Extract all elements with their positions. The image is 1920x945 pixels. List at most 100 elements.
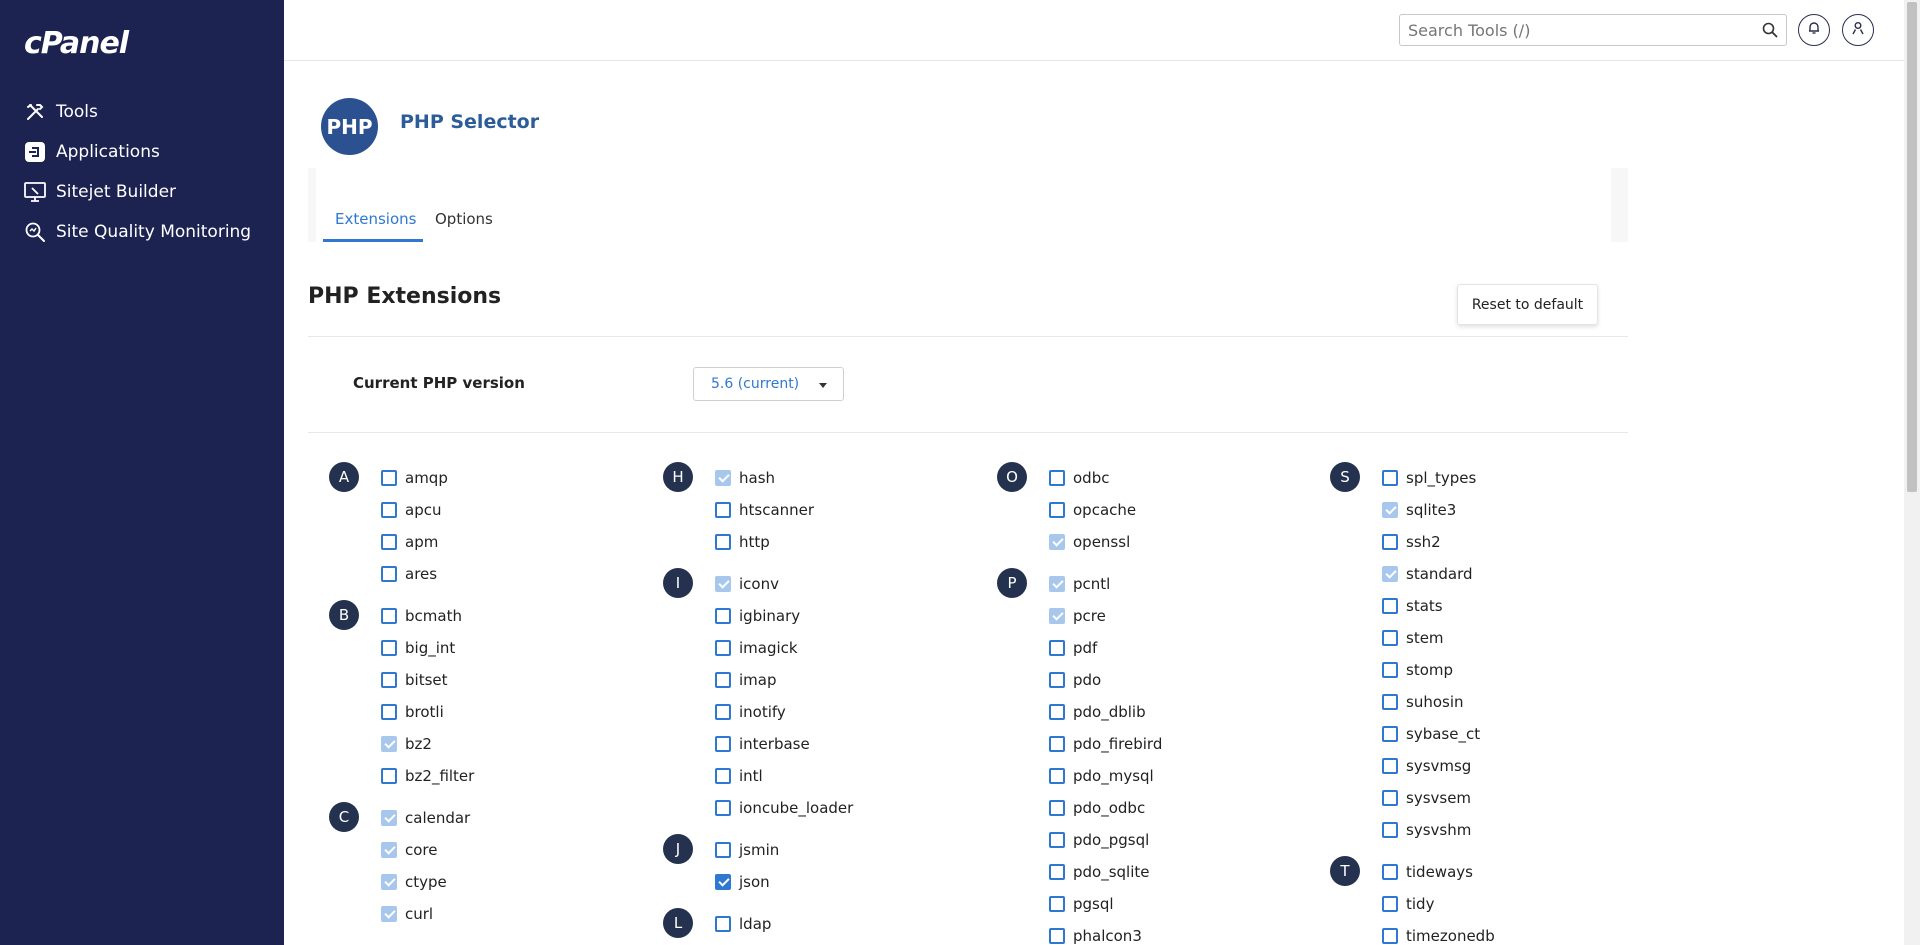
- extension-checkbox[interactable]: [715, 736, 731, 752]
- extension-item-apcu[interactable]: apcu: [381, 494, 659, 526]
- extension-item-amqp[interactable]: amqp: [381, 462, 659, 494]
- extension-item-suhosin[interactable]: suhosin: [1382, 686, 1660, 718]
- extension-checkbox[interactable]: [381, 470, 397, 486]
- extension-checkbox[interactable]: [715, 842, 731, 858]
- sidebar-item-applications[interactable]: Applications: [0, 132, 284, 172]
- extension-item-stomp[interactable]: stomp: [1382, 654, 1660, 686]
- extension-item-stats[interactable]: stats: [1382, 590, 1660, 622]
- tab-extensions[interactable]: Extensions: [335, 210, 416, 228]
- extension-item-pdo-mysql[interactable]: pdo_mysql: [1049, 760, 1327, 792]
- extension-item-imagick[interactable]: imagick: [715, 632, 993, 664]
- extension-item-iconv[interactable]: iconv: [715, 568, 993, 600]
- extension-checkbox[interactable]: [381, 502, 397, 518]
- extension-item-timezonedb[interactable]: timezonedb: [1382, 920, 1660, 945]
- sidebar-item-tools[interactable]: Tools: [0, 92, 284, 132]
- reset-to-default-button[interactable]: Reset to default: [1457, 284, 1598, 325]
- extension-checkbox[interactable]: [1382, 896, 1398, 912]
- notifications-button[interactable]: [1798, 14, 1830, 46]
- php-version-select[interactable]: 5.6 (current): [693, 367, 844, 401]
- user-menu-button[interactable]: [1842, 14, 1874, 46]
- extension-item-pdo[interactable]: pdo: [1049, 664, 1327, 696]
- extension-checkbox[interactable]: [715, 800, 731, 816]
- extension-item-hash[interactable]: hash: [715, 462, 993, 494]
- extension-item-intl[interactable]: intl: [715, 760, 993, 792]
- extension-item-pdo-pgsql[interactable]: pdo_pgsql: [1049, 824, 1327, 856]
- extension-checkbox[interactable]: [1049, 928, 1065, 944]
- extension-item-phalcon3[interactable]: phalcon3: [1049, 920, 1327, 945]
- extension-checkbox[interactable]: [1049, 800, 1065, 816]
- extension-item-json[interactable]: json: [715, 866, 993, 898]
- extension-item-bitset[interactable]: bitset: [381, 664, 659, 696]
- extension-checkbox[interactable]: [715, 502, 731, 518]
- extension-item-sysvmsg[interactable]: sysvmsg: [1382, 750, 1660, 782]
- extension-item-pdo-odbc[interactable]: pdo_odbc: [1049, 792, 1327, 824]
- extension-checkbox[interactable]: [715, 672, 731, 688]
- extension-item-pcre[interactable]: pcre: [1049, 600, 1327, 632]
- search-input[interactable]: [1400, 15, 1740, 45]
- extension-item-ldap[interactable]: ldap: [715, 908, 993, 940]
- extension-item-interbase[interactable]: interbase: [715, 728, 993, 760]
- extension-checkbox[interactable]: [381, 768, 397, 784]
- extension-item-pdo-dblib[interactable]: pdo_dblib: [1049, 696, 1327, 728]
- extension-checkbox[interactable]: [1049, 832, 1065, 848]
- extension-item-ctype[interactable]: ctype: [381, 866, 659, 898]
- extension-item-apm[interactable]: apm: [381, 526, 659, 558]
- extension-item-sqlite3[interactable]: sqlite3: [1382, 494, 1660, 526]
- extension-checkbox[interactable]: [381, 534, 397, 550]
- tab-options[interactable]: Options: [435, 210, 493, 228]
- extension-item-sysvsem[interactable]: sysvsem: [1382, 782, 1660, 814]
- extension-item-spl-types[interactable]: spl_types: [1382, 462, 1660, 494]
- extension-item-openssl[interactable]: openssl: [1049, 526, 1327, 558]
- extension-checkbox[interactable]: [381, 704, 397, 720]
- extension-checkbox[interactable]: [1049, 640, 1065, 656]
- extension-checkbox[interactable]: [1049, 768, 1065, 784]
- extension-item-tideways[interactable]: tideways: [1382, 856, 1660, 888]
- extension-checkbox[interactable]: [715, 608, 731, 624]
- extension-checkbox[interactable]: [1382, 864, 1398, 880]
- extension-item-pdf[interactable]: pdf: [1049, 632, 1327, 664]
- extension-checkbox[interactable]: [1382, 928, 1398, 944]
- extension-item-bcmath[interactable]: bcmath: [381, 600, 659, 632]
- extension-checkbox[interactable]: [1382, 758, 1398, 774]
- extension-checkbox[interactable]: [1382, 694, 1398, 710]
- extension-checkbox[interactable]: [1382, 662, 1398, 678]
- extension-checkbox[interactable]: [1049, 470, 1065, 486]
- cpanel-logo[interactable]: cPanel: [24, 26, 129, 61]
- extension-item-sysvshm[interactable]: sysvshm: [1382, 814, 1660, 846]
- extension-item-ioncube-loader[interactable]: ioncube_loader: [715, 792, 993, 824]
- extension-item-big-int[interactable]: big_int: [381, 632, 659, 664]
- extension-item-pcntl[interactable]: pcntl: [1049, 568, 1327, 600]
- extension-item-http[interactable]: http: [715, 526, 993, 558]
- extension-checkbox[interactable]: [381, 640, 397, 656]
- extension-item-pdo-firebird[interactable]: pdo_firebird: [1049, 728, 1327, 760]
- extension-item-imap[interactable]: imap: [715, 664, 993, 696]
- extension-checkbox[interactable]: [715, 704, 731, 720]
- extension-item-standard[interactable]: standard: [1382, 558, 1660, 590]
- extension-item-sybase-ct[interactable]: sybase_ct: [1382, 718, 1660, 750]
- extension-item-igbinary[interactable]: igbinary: [715, 600, 993, 632]
- extension-item-inotify[interactable]: inotify: [715, 696, 993, 728]
- extension-checkbox[interactable]: [1382, 630, 1398, 646]
- extension-item-stem[interactable]: stem: [1382, 622, 1660, 654]
- extension-item-opcache[interactable]: opcache: [1049, 494, 1327, 526]
- extension-item-bz2-filter[interactable]: bz2_filter: [381, 760, 659, 792]
- sidebar-item-site-quality-monitoring[interactable]: Site Quality Monitoring: [0, 212, 284, 252]
- search-box[interactable]: [1399, 14, 1787, 46]
- extension-item-jsmin[interactable]: jsmin: [715, 834, 993, 866]
- extension-checkbox[interactable]: [715, 640, 731, 656]
- extension-checkbox[interactable]: [1049, 896, 1065, 912]
- extension-checkbox[interactable]: [381, 672, 397, 688]
- extension-item-ssh2[interactable]: ssh2: [1382, 526, 1660, 558]
- extension-item-htscanner[interactable]: htscanner: [715, 494, 993, 526]
- extension-item-pgsql[interactable]: pgsql: [1049, 888, 1327, 920]
- extension-checkbox[interactable]: [1382, 598, 1398, 614]
- extension-checkbox[interactable]: [381, 608, 397, 624]
- extension-item-brotli[interactable]: brotli: [381, 696, 659, 728]
- extension-checkbox[interactable]: [715, 874, 731, 890]
- extension-item-bz2[interactable]: bz2: [381, 728, 659, 760]
- extension-checkbox[interactable]: [1049, 672, 1065, 688]
- extension-checkbox[interactable]: [1049, 864, 1065, 880]
- extension-item-ares[interactable]: ares: [381, 558, 659, 590]
- extension-item-pdo-sqlite[interactable]: pdo_sqlite: [1049, 856, 1327, 888]
- search-icon[interactable]: [1762, 22, 1778, 43]
